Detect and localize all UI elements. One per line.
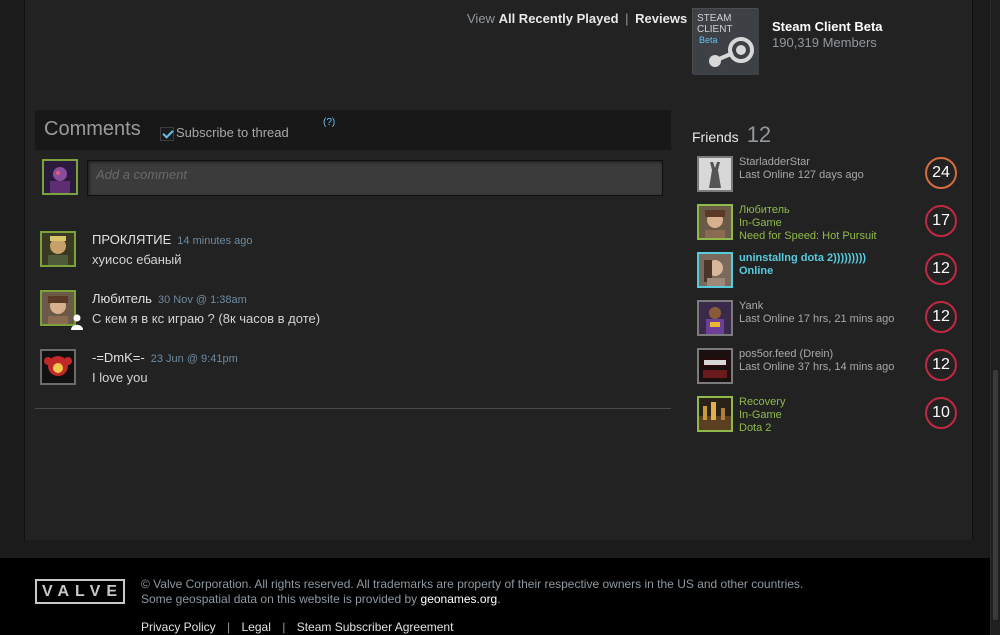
user-avatar-image [699, 254, 731, 286]
friend-avatar[interactable] [697, 300, 733, 336]
geo-prefix: Some geospatial data on this website is … [141, 592, 418, 606]
user-avatar-image [44, 161, 76, 193]
view-prefix: View [467, 11, 495, 26]
geo-suffix: . [497, 592, 501, 606]
friend-name[interactable]: uninstallng dota 2))))))))) [739, 252, 866, 264]
friend-level-badge: 12 [925, 301, 957, 333]
comment-text: С кем я в кс играю ? (8к часов в доте) [92, 311, 321, 326]
friend-item[interactable]: uninstallng dota 2))))))))) Online 12 [697, 252, 962, 292]
user-avatar-image [699, 158, 731, 190]
scrollbar-thumb[interactable] [993, 370, 998, 620]
comment-author[interactable]: ПРОКЛЯТИЕ [92, 232, 171, 247]
steam-logo-icon: STEAM CLIENT Beta [693, 9, 759, 75]
friends-label[interactable]: Friends [692, 129, 739, 145]
friend-status: In-Game [739, 409, 782, 421]
friend-status: In-Game [739, 217, 782, 229]
reviews-link[interactable]: Reviews [635, 11, 687, 26]
legal-link[interactable]: Legal [242, 620, 271, 634]
user-avatar-image [699, 350, 731, 382]
friend-avatar[interactable] [697, 396, 733, 432]
online-person-icon [71, 314, 83, 330]
friend-avatar[interactable] [697, 252, 733, 288]
group-logo-line1: STEAM [697, 13, 731, 24]
footer-links: Privacy Policy | Legal | Steam Subscribe… [141, 620, 453, 634]
friend-name[interactable]: Recovery [739, 396, 785, 408]
friend-item[interactable]: pos5or.feed (Drein) Last Online 37 hrs, … [697, 348, 962, 388]
comment-text: I love you [92, 370, 148, 385]
footer: VALVE © Valve Corporation. All rights re… [0, 558, 990, 635]
comments-header: Comments Subscribe to thread (?) [35, 110, 671, 150]
friend-name[interactable]: Yank [739, 300, 763, 312]
comment-time: 23 Jun @ 9:41pm [150, 353, 238, 365]
geo-text: Some geospatial data on this website is … [141, 592, 501, 606]
friend-avatar[interactable] [697, 156, 733, 192]
user-avatar-image [699, 398, 731, 430]
comment-author[interactable]: Любитель [92, 291, 152, 306]
comment-author-line: Любитель 30 Nov @ 1:38am [92, 291, 247, 306]
valve-logo[interactable]: VALVE [35, 579, 125, 604]
group-avatar[interactable]: STEAM CLIENT Beta [692, 8, 759, 75]
comments-divider [35, 408, 671, 409]
subscribe-toggle[interactable]: Subscribe to thread [160, 123, 289, 141]
footer-separator: | [282, 620, 286, 634]
comments-title: Comments [44, 118, 141, 140]
comment-author[interactable]: -=DmK=- [92, 350, 145, 365]
friend-level-badge: 12 [925, 253, 957, 285]
friend-item[interactable]: Yank Last Online 17 hrs, 21 mins ago 12 [697, 300, 962, 340]
comment-author-line: -=DmK=- 23 Jun @ 9:41pm [92, 350, 238, 365]
comment-author-line: ПРОКЛЯТИЕ 14 minutes ago [92, 232, 253, 247]
comment-avatar[interactable] [40, 231, 76, 267]
view-links: View All Recently Played | Reviews [467, 11, 687, 26]
comment-input[interactable]: Add a comment [87, 160, 663, 196]
group-logo-line2: CLIENT [697, 24, 733, 35]
friend-game: Dota 2 [739, 422, 772, 434]
friend-status: Last Online 37 hrs, 14 mins ago [739, 361, 895, 373]
friend-level-badge: 12 [925, 349, 957, 381]
friend-name[interactable]: StarladderStar [739, 156, 810, 168]
comment-time: 14 minutes ago [177, 235, 253, 247]
friend-name[interactable]: pos5or.feed (Drein) [739, 348, 833, 360]
friend-item[interactable]: StarladderStar Last Online 127 days ago … [697, 156, 962, 196]
subscribe-checkbox[interactable] [160, 127, 174, 141]
friend-level-badge: 10 [925, 397, 957, 429]
group-name[interactable]: Steam Client Beta [772, 19, 883, 34]
user-avatar-image [42, 351, 74, 383]
comment-avatar[interactable] [40, 349, 76, 385]
my-avatar[interactable] [42, 159, 78, 195]
user-avatar-image [699, 206, 731, 238]
comment-text: хуисос ебаный [92, 252, 182, 267]
group-logo-line3: Beta [699, 35, 718, 45]
friends-count: 12 [746, 122, 772, 147]
friend-status: Last Online 127 days ago [739, 169, 864, 181]
geonames-link[interactable]: geonames.org [421, 592, 498, 606]
help-link[interactable]: (?) [323, 117, 335, 128]
friend-item[interactable]: Recovery In-Game Dota 2 10 [697, 396, 962, 436]
friends-heading[interactable]: Friends 12 [692, 122, 771, 148]
recently-played-link[interactable]: All Recently Played [499, 11, 619, 26]
privacy-policy-link[interactable]: Privacy Policy [141, 620, 216, 634]
user-avatar-image [699, 302, 731, 334]
comment-time: 30 Nov @ 1:38am [157, 294, 247, 306]
copyright-text: © Valve Corporation. All rights reserved… [141, 577, 804, 591]
friend-status: Online [739, 265, 774, 277]
friend-item[interactable]: Любитель In-Game Need for Speed: Hot Pur… [697, 204, 962, 244]
friend-avatar[interactable] [697, 348, 733, 384]
friend-level-badge: 17 [925, 205, 957, 237]
view-separator: | [625, 11, 629, 26]
friend-avatar[interactable] [697, 204, 733, 240]
friend-status: Last Online 17 hrs, 21 mins ago [739, 313, 895, 325]
friend-level-badge: 24 [925, 157, 957, 189]
subscriber-agreement-link[interactable]: Steam Subscriber Agreement [297, 620, 454, 634]
friend-game: Need for Speed: Hot Pursuit [739, 230, 877, 242]
group-members-count: 190,319 Members [772, 35, 877, 50]
user-avatar-image [42, 233, 74, 265]
footer-separator: | [227, 620, 231, 634]
friend-name[interactable]: Любитель [739, 204, 790, 216]
subscribe-label[interactable]: Subscribe to thread [176, 125, 289, 140]
